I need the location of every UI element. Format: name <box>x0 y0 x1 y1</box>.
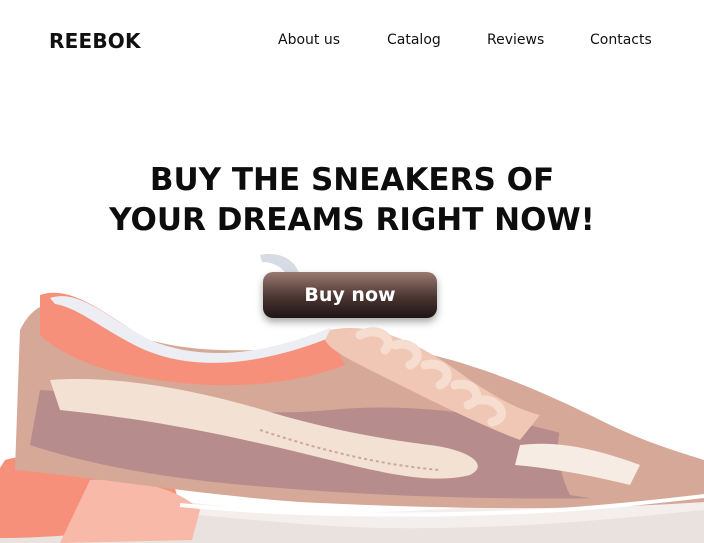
hero-title: BUY THE SNEAKERS OF YOUR DREAMS RIGHT NO… <box>40 160 664 240</box>
nav-link-reviews[interactable]: Reviews <box>487 32 544 48</box>
site-header: REEBOK About us Catalog Reviews Contacts <box>0 0 704 84</box>
buy-now-button[interactable]: Buy now <box>263 272 437 318</box>
hero-title-line-1: BUY THE SNEAKERS OF <box>149 162 555 198</box>
landing-page: REEBOK About us Catalog Reviews Contacts… <box>0 0 704 543</box>
nav-link-about[interactable]: About us <box>278 32 340 48</box>
nav-link-contacts[interactable]: Contacts <box>590 32 652 48</box>
brand-logo[interactable]: REEBOK <box>49 29 141 53</box>
nav-link-catalog[interactable]: Catalog <box>387 32 441 48</box>
hero-title-line-2: YOUR DREAMS RIGHT NOW! <box>109 202 595 238</box>
